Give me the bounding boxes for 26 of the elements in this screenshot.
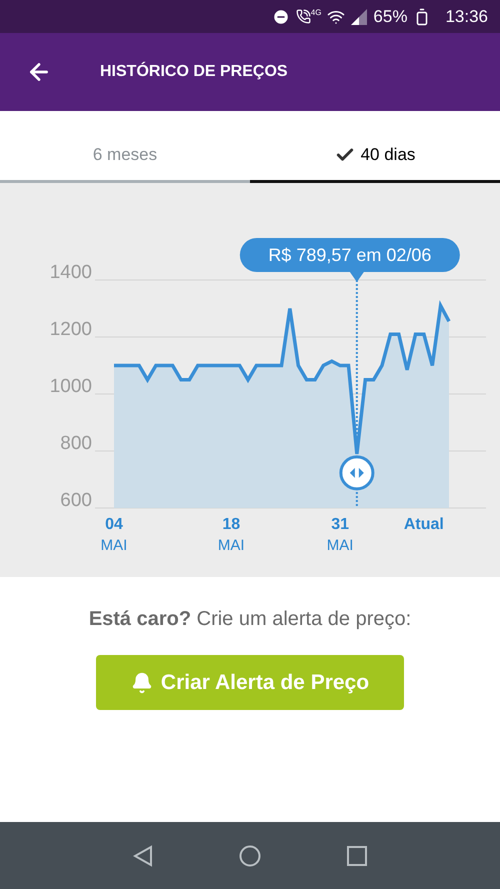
y-axis-label: 1000 [50,376,92,397]
home-nav-icon[interactable] [239,844,261,866]
y-axis-label: 1200 [50,319,92,340]
back-nav-icon[interactable] [133,844,153,866]
x-axis-sublabel: MAI [218,537,245,554]
x-axis-sublabel: MAI [100,537,128,554]
recents-nav-icon[interactable] [347,846,367,866]
y-axis-label: 1400 [50,262,92,283]
create-alert-button[interactable]: Criar Alerta de Preço [96,655,404,710]
tooltip-text: R$ 789,57 em 02/06 [268,245,432,265]
screen-title: HISTÓRICO DE PREÇOS [100,60,288,82]
alert-prompt: Está caro? Crie um alerta de preço: [88,607,412,632]
x-axis-label: Atual [404,516,444,533]
x-axis-sublabel: MAI [326,537,354,554]
x-axis-label: 18 [222,516,240,533]
battery-level: 65% [373,6,408,28]
signal-icon [351,8,368,24]
y-axis-label: 800 [60,433,92,454]
phone-icon [296,9,311,24]
x-axis-label: 04 [105,516,123,533]
y-axis-label: 600 [60,490,92,511]
bell-icon [130,672,153,694]
do-not-disturb-icon [272,8,290,26]
x-axis-label: 31 [331,516,350,533]
clock: 13:36 [445,6,488,28]
network-type: 4G [310,9,322,17]
